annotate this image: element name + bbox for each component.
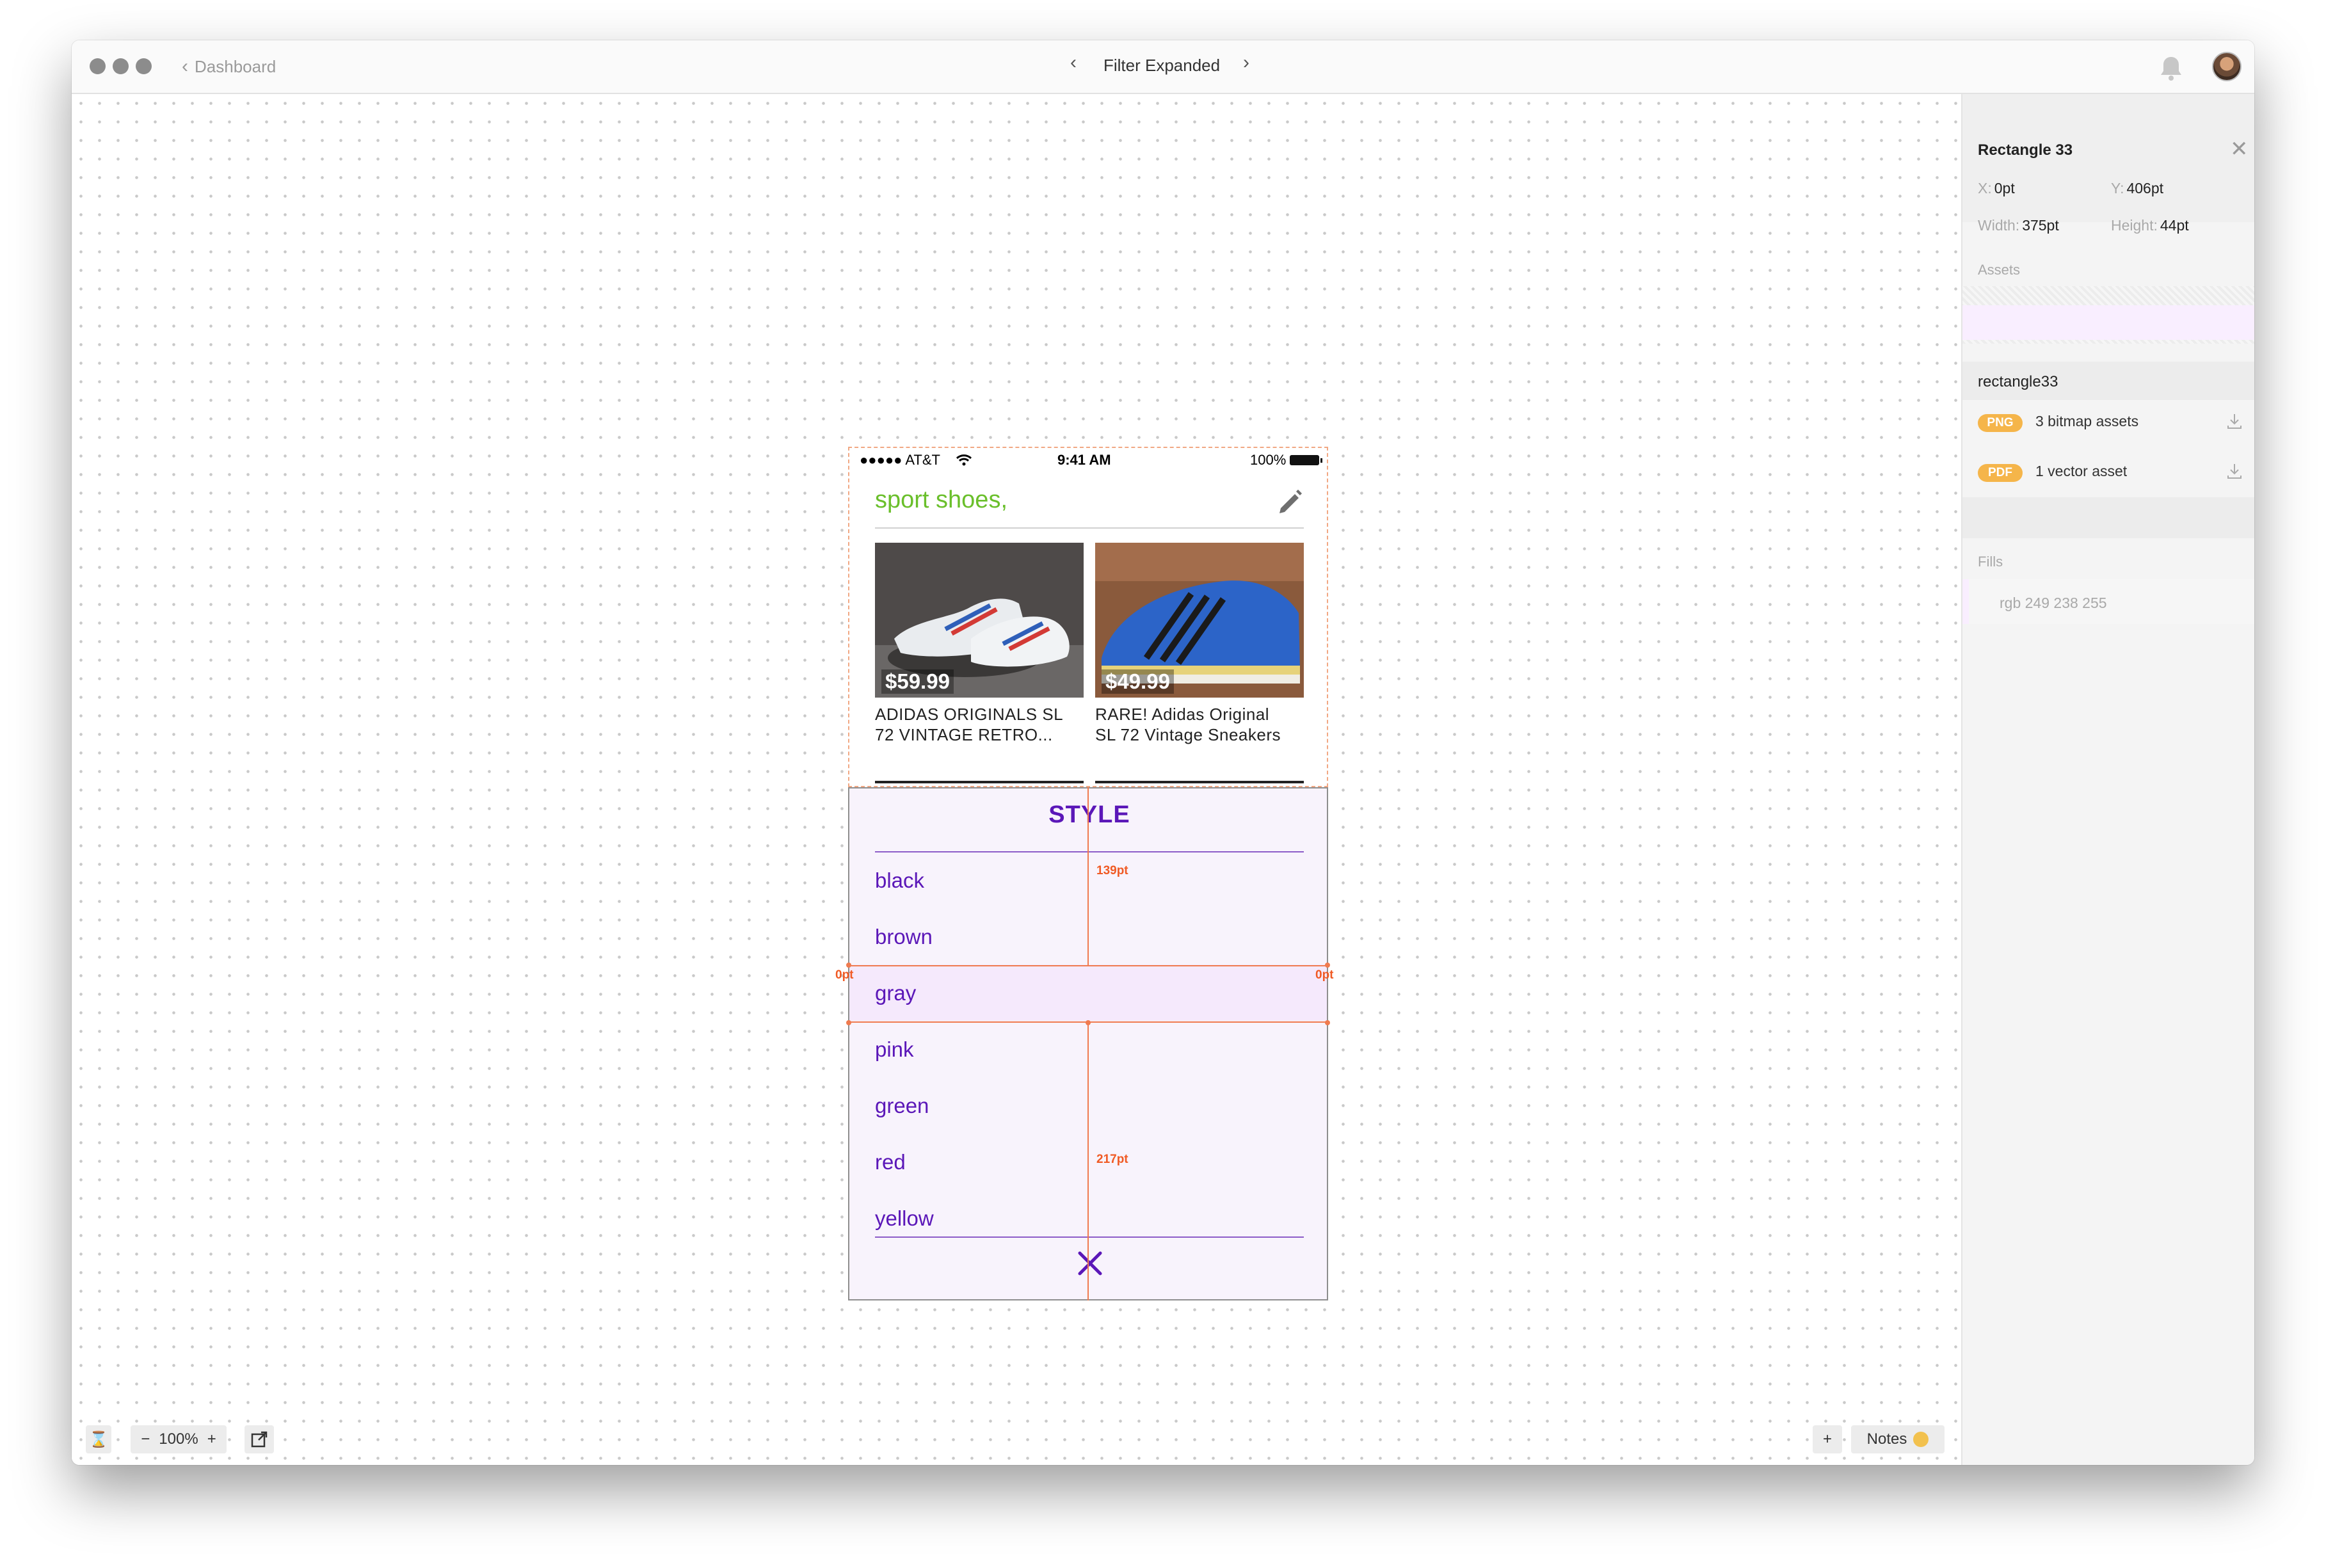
previous-screen-button[interactable]: ‹ bbox=[1070, 52, 1077, 74]
external-link-icon bbox=[251, 1431, 268, 1448]
filter-option-brown[interactable]: brown bbox=[875, 925, 933, 949]
title-bar: ‹ Dashboard ‹ Filter Expanded › bbox=[72, 40, 2254, 94]
selected-layer-outline bbox=[848, 965, 1328, 1023]
add-note-button[interactable]: + bbox=[1813, 1425, 1842, 1453]
close-filter-icon[interactable] bbox=[1076, 1249, 1104, 1277]
chevron-left-icon: ‹ bbox=[182, 56, 188, 77]
zoom-control: − 100% + bbox=[131, 1425, 227, 1453]
png-badge: PNG bbox=[1978, 414, 2023, 432]
prop-y: Y: 406pt bbox=[2111, 180, 2164, 196]
filter-title: STYLE bbox=[1048, 801, 1130, 828]
close-inspector-icon[interactable]: ✕ bbox=[2230, 136, 2249, 162]
prop-width: Width: 375pt bbox=[1978, 217, 2059, 234]
filter-option-black[interactable]: black bbox=[875, 868, 924, 893]
measure-handle bbox=[846, 963, 851, 968]
zoom-out-button[interactable]: − bbox=[141, 1430, 150, 1448]
carrier-label: ●●●●● AT&T bbox=[860, 452, 972, 468]
phone-artboard[interactable]: ●●●●● AT&T 9:41 AM 100% sport shoes, $59… bbox=[835, 447, 1334, 1300]
battery-indicator: 100% bbox=[1250, 452, 1323, 468]
fill-row[interactable]: rgb 249 238 255 bbox=[1962, 579, 2254, 624]
asset-preview[interactable] bbox=[1962, 305, 2254, 340]
product-image: $49.99 bbox=[1095, 543, 1304, 698]
status-bar: ●●●●● AT&T 9:41 AM 100% bbox=[849, 448, 1329, 474]
measure-handle bbox=[1325, 963, 1330, 968]
emoji-icon bbox=[1913, 1432, 1929, 1447]
open-external-button[interactable] bbox=[245, 1425, 274, 1453]
inspector-panel: Rectangle 33 ✕ X: 0pt Y: 406pt Width: 375pt… bbox=[1961, 94, 2254, 1465]
product-card[interactable]: $49.99 RARE! Adidas Original SL 72 Vinta… bbox=[1095, 543, 1304, 745]
assets-label: Assets bbox=[1978, 262, 2021, 278]
asset-name-row: rectangle33 bbox=[1962, 362, 2254, 400]
hourglass-icon: ⌛ bbox=[89, 1430, 108, 1448]
close-window-button[interactable] bbox=[90, 58, 106, 74]
battery-icon bbox=[1290, 455, 1323, 465]
results-area: ●●●●● AT&T 9:41 AM 100% sport shoes, $59… bbox=[848, 447, 1328, 787]
download-icon[interactable] bbox=[2225, 412, 2244, 431]
notes-button[interactable]: Notes bbox=[1851, 1425, 1945, 1453]
product-image: $59.99 bbox=[875, 543, 1084, 698]
measure-label-left: 0pt bbox=[835, 968, 854, 982]
png-asset-row[interactable]: PNG 3 bitmap assets bbox=[1962, 400, 2254, 446]
minimize-window-button[interactable] bbox=[113, 58, 129, 74]
pdf-asset-row[interactable]: PDF 1 vector asset bbox=[1962, 450, 2254, 496]
product-price: $59.99 bbox=[881, 669, 954, 694]
measure-line-bottom bbox=[1087, 1023, 1089, 1300]
fill-value: rgb 249 238 255 bbox=[2000, 595, 2107, 611]
pdf-asset-count: 1 vector asset bbox=[2035, 463, 2128, 479]
next-product-edge bbox=[875, 781, 1084, 783]
prop-height: Height: 44pt bbox=[2111, 217, 2189, 234]
measure-handle bbox=[1325, 1020, 1330, 1025]
filter-footer-divider bbox=[875, 1236, 1304, 1238]
design-canvas[interactable]: ●●●●● AT&T 9:41 AM 100% sport shoes, $59… bbox=[72, 94, 1960, 1465]
hourglass-button[interactable]: ⌛ bbox=[86, 1425, 111, 1453]
zoom-level: 100% bbox=[159, 1430, 198, 1448]
layer-name: Rectangle 33 bbox=[1978, 141, 2073, 159]
measure-handle bbox=[1086, 1020, 1091, 1025]
section-divider bbox=[1962, 497, 2254, 538]
app-window: ‹ Dashboard ‹ Filter Expanded › ●●●●● AT… bbox=[72, 40, 2254, 1465]
status-time: 9:41 AM bbox=[1057, 452, 1111, 468]
asset-name: rectangle33 bbox=[1978, 373, 2058, 390]
product-title: RARE! Adidas Original SL 72 Vintage Snea… bbox=[1095, 705, 1281, 744]
edit-pencil-icon[interactable] bbox=[1276, 488, 1304, 516]
filter-option-pink[interactable]: pink bbox=[875, 1037, 914, 1062]
back-label: Dashboard bbox=[195, 56, 277, 76]
notes-label: Notes bbox=[1866, 1430, 1907, 1448]
measure-label-top: 139pt bbox=[1096, 864, 1128, 877]
filter-option-green[interactable]: green bbox=[875, 1094, 929, 1118]
next-product-edge bbox=[1095, 781, 1304, 783]
measure-handle bbox=[846, 1020, 851, 1025]
fills-label: Fills bbox=[1978, 554, 2003, 570]
pdf-badge: PDF bbox=[1978, 464, 2023, 482]
measure-label-right: 0pt bbox=[1315, 968, 1334, 982]
zoom-window-button[interactable] bbox=[136, 58, 152, 74]
filter-header-divider bbox=[875, 851, 1304, 852]
download-icon[interactable] bbox=[2225, 461, 2244, 481]
back-to-dashboard-link[interactable]: ‹ Dashboard bbox=[182, 56, 276, 77]
next-screen-button[interactable]: › bbox=[1243, 52, 1249, 74]
prop-x: X: 0pt bbox=[1978, 180, 2015, 196]
png-asset-count: 3 bitmap assets bbox=[2035, 413, 2139, 429]
product-title: ADIDAS ORIGINALS SL 72 VINTAGE RETRO... bbox=[875, 705, 1064, 744]
search-query[interactable]: sport shoes, bbox=[875, 486, 1007, 514]
screen-title: Filter Expanded bbox=[1103, 56, 1221, 75]
wifi-icon bbox=[956, 454, 972, 466]
product-card[interactable]: $59.99 ADIDAS ORIGINALS SL 72 VINTAGE RE… bbox=[875, 543, 1084, 745]
fill-swatch bbox=[1962, 579, 1969, 624]
avatar[interactable] bbox=[2212, 52, 2242, 81]
bell-icon[interactable] bbox=[2158, 54, 2184, 81]
zoom-in-button[interactable]: + bbox=[207, 1430, 216, 1448]
measure-label-bottom: 217pt bbox=[1096, 1153, 1128, 1166]
filter-option-yellow[interactable]: yellow bbox=[875, 1206, 934, 1231]
product-price: $49.99 bbox=[1102, 669, 1174, 694]
filter-option-red[interactable]: red bbox=[875, 1150, 906, 1174]
measure-line-top bbox=[1087, 787, 1089, 965]
search-divider bbox=[875, 527, 1304, 529]
